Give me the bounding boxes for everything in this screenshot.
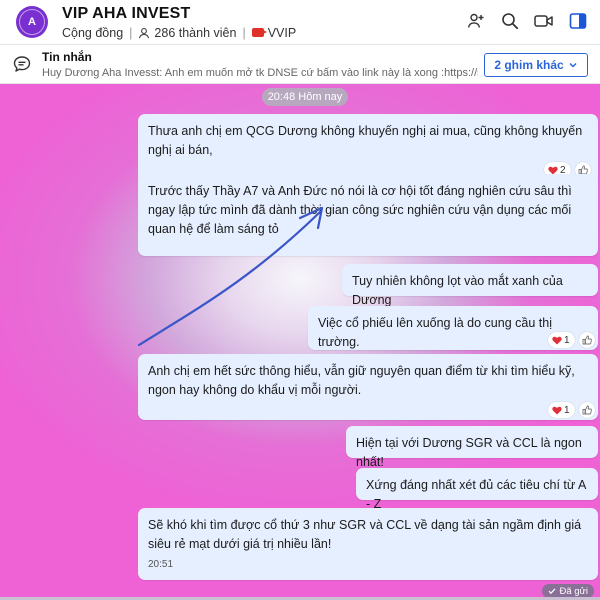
add-member-button[interactable]: [464, 9, 488, 33]
reaction-count: 1: [564, 404, 570, 416]
group-category: Cộng đồng: [62, 25, 124, 40]
sidebar-panel-icon: [569, 13, 587, 29]
pinned-message-bar[interactable]: Tin nhắn Huy Dương Aha Invesst: Anh em m…: [0, 44, 600, 84]
reaction-bar: 1: [548, 332, 595, 348]
group-avatar[interactable]: A: [16, 6, 48, 38]
thumbs-up-icon: [582, 405, 592, 415]
message-bubble[interactable]: Trước thấy Thầy A7 và Anh Đức nó nói là …: [138, 174, 598, 256]
group-subline: Cộng đồng | 286 thành viên | VVIP: [62, 26, 296, 40]
check-icon: [549, 588, 556, 595]
message-bubble[interactable]: Hiện tại với Dương SGR và CCL là ngon nh…: [346, 426, 598, 469]
sent-label: Đã gửi: [559, 585, 588, 597]
header-actions: [464, 9, 590, 33]
time-divider: 20:48 Hôm nay: [262, 88, 348, 106]
group-tag[interactable]: VVIP: [268, 26, 297, 40]
thumbs-up-icon: [582, 335, 592, 345]
add-member-icon: [467, 13, 484, 28]
message-text: Tuy nhiên không lọt vào mắt xanh của Dươ…: [352, 274, 563, 307]
heart-reaction[interactable]: 1: [548, 402, 575, 418]
heart-icon: [552, 406, 562, 414]
heart-icon: [552, 336, 562, 344]
video-call-button[interactable]: [532, 9, 556, 33]
message-bubble[interactable]: Anh chị em hết sức thông hiểu, vẫn giữ n…: [138, 354, 598, 420]
message-bubble[interactable]: Sẽ khó khi tìm được cổ thứ 3 như SGR và …: [138, 508, 598, 580]
member-count[interactable]: 286 thành viên: [154, 26, 236, 40]
more-pins-button[interactable]: 2 ghim khác: [484, 53, 588, 77]
like-button[interactable]: [578, 402, 595, 418]
avatar-letter: A: [28, 16, 36, 28]
header-titles: VIP AHA INVEST Cộng đồng | 286 thành viê…: [62, 5, 296, 40]
group-title[interactable]: VIP AHA INVEST: [62, 5, 296, 23]
heart-reaction[interactable]: 1: [548, 332, 575, 348]
sidebar-toggle-button[interactable]: [566, 9, 590, 33]
pinned-text[interactable]: Huy Dương Aha Invesst: Anh em muốn mở tk…: [42, 67, 478, 79]
pinned-title: Tin nhắn: [42, 50, 92, 64]
member-icon: [138, 27, 150, 39]
video-icon: [534, 15, 553, 27]
message-text: Thưa anh chị em QCG Dương không khuyến n…: [148, 124, 583, 157]
message-bubble[interactable]: Xứng đáng nhất xét đủ các tiêu chí từ A …: [356, 468, 598, 511]
reaction-count: 1: [564, 334, 570, 346]
chevron-down-icon: [569, 62, 577, 68]
message-text: Anh chị em hết sức thông hiểu, vẫn giữ n…: [148, 364, 575, 397]
search-icon: [502, 13, 519, 30]
separator-dot: |: [242, 25, 246, 40]
reaction-bar: 1: [548, 402, 595, 418]
like-button[interactable]: [578, 332, 595, 348]
more-pins-label: 2 ghim khác: [494, 58, 564, 72]
sent-status: Đã gửi: [542, 584, 594, 598]
separator-dot: |: [129, 25, 133, 40]
tag-icon: [251, 28, 267, 37]
chat-bubble-icon: [12, 54, 32, 79]
message-text: Hiện tại với Dương SGR và CCL là ngon nh…: [356, 436, 582, 469]
message-text: Trước thấy Thầy A7 và Anh Đức nó nói là …: [148, 184, 572, 236]
message-time: 20:51: [148, 559, 174, 570]
chat-header: A VIP AHA INVEST Cộng đồng | 286 thành v…: [0, 0, 600, 44]
chat-area[interactable]: 20:48 Hôm nay Thưa anh chị em QCG Dương …: [0, 84, 600, 600]
message-text: Sẽ khó khi tìm được cổ thứ 3 như SGR và …: [148, 518, 582, 551]
search-button[interactable]: [498, 9, 522, 33]
message-bubble[interactable]: Tuy nhiên không lọt vào mắt xanh của Dươ…: [342, 264, 598, 307]
